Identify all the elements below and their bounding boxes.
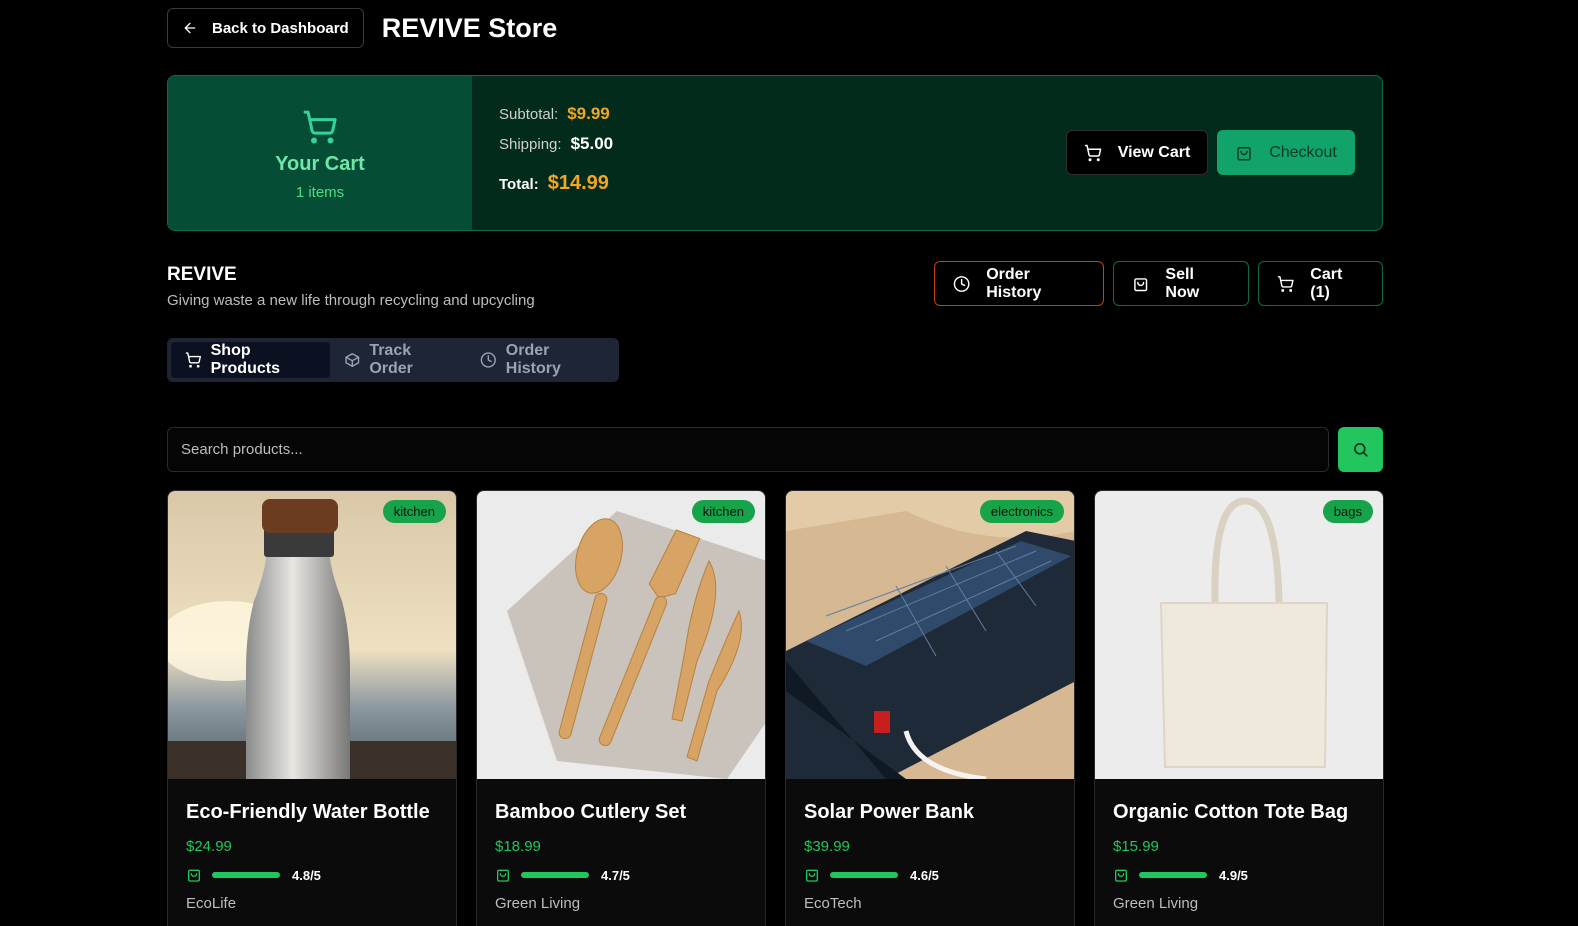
cart-label: Cart (1)	[1310, 265, 1343, 301]
rating-value: 4.8/5	[292, 867, 321, 883]
product-seller: Green Living	[1113, 895, 1199, 912]
subtotal-label: Subtotal:	[499, 106, 559, 123]
product-name: Solar Power Bank	[804, 801, 975, 823]
rating-bar	[212, 872, 280, 878]
category-badge: electronics	[979, 500, 1064, 523]
cart-icon	[303, 110, 337, 144]
order-history-button[interactable]: Order History	[934, 261, 1104, 306]
tab-label: Order History	[505, 342, 561, 377]
rating-bar	[1139, 872, 1207, 878]
product-seller: EcoLife	[186, 895, 237, 912]
clock-icon	[953, 275, 970, 292]
subtotal-row: Subtotal: $9.99	[499, 104, 1382, 124]
rating-bar	[521, 872, 589, 878]
category-badge: kitchen	[382, 500, 446, 523]
product-name: Organic Cotton Tote Bag	[1113, 801, 1349, 823]
shopping-bag-icon	[1134, 277, 1148, 291]
product-price: $24.99	[186, 838, 232, 855]
tab-track-order[interactable]: Track Order	[330, 342, 466, 378]
cart-icon	[1277, 275, 1294, 292]
package-icon	[345, 353, 359, 367]
view-cart-button[interactable]: View Cart	[1066, 130, 1208, 175]
header-actions: Order History Sell Now Cart (1)	[934, 261, 1383, 306]
product-seller: Green Living	[495, 895, 581, 912]
product-name: Eco-Friendly Water Bottle	[186, 801, 430, 823]
brand-name: REVIVE	[167, 264, 237, 285]
rating-value: 4.7/5	[601, 867, 630, 883]
product-image-cutlery: kitchen	[477, 491, 765, 779]
tab-shop-products[interactable]: Shop Products	[171, 342, 330, 378]
cart-actions: View Cart Checkout	[1066, 130, 1355, 175]
cart-icon	[1084, 144, 1102, 161]
search-icon	[1354, 443, 1368, 457]
checkout-label: Checkout	[1269, 143, 1337, 161]
order-history-label: Order History	[986, 265, 1042, 301]
arrow-left-icon	[184, 22, 196, 34]
clock-icon	[480, 352, 497, 368]
shipping-label: Shipping:	[499, 136, 562, 153]
cart-button[interactable]: Cart (1)	[1258, 261, 1383, 306]
shopping-bag-icon	[1237, 146, 1251, 160]
cart-item-count: 1 items	[295, 184, 345, 201]
product-rating: 4.8/5	[186, 867, 438, 883]
category-badge: kitchen	[691, 500, 755, 523]
view-cart-label: View Cart	[1117, 143, 1191, 161]
tab-bar: Shop Products Track Order Order History	[167, 338, 619, 382]
checkout-button[interactable]: Checkout	[1217, 130, 1355, 175]
tab-label: Shop Products	[210, 342, 280, 377]
product-price: $15.99	[1113, 838, 1159, 855]
product-name: Bamboo Cutlery Set	[495, 801, 687, 823]
cart-icon	[185, 352, 201, 368]
rating-bar	[830, 872, 898, 878]
product-image-water-bottle: kitchen	[168, 491, 456, 779]
rating-value: 4.9/5	[1219, 867, 1248, 883]
total-label: Total:	[499, 176, 539, 193]
search-box	[167, 427, 1329, 472]
product-card[interactable]: electronics Solar Power Bank $39.99 4.6/…	[785, 490, 1075, 926]
shopping-bag-icon	[497, 869, 509, 882]
tab-label: Track Order	[369, 342, 413, 377]
search-input[interactable]	[168, 428, 1328, 471]
product-grid: kitchen Eco-Friendly Water Bottle $24.99…	[167, 490, 1384, 926]
top-bar: Back to Dashboard REVIVE Store	[167, 8, 557, 48]
tab-order-history[interactable]: Order History	[466, 342, 615, 378]
product-rating: 4.7/5	[495, 867, 747, 883]
product-card[interactable]: kitchen Eco-Friendly Water Bottle $24.99…	[167, 490, 457, 926]
sell-now-button[interactable]: Sell Now	[1113, 261, 1249, 306]
cart-overview: Your Cart 1 items	[168, 76, 472, 230]
total-row: Total: $14.99	[499, 172, 1382, 195]
rating-value: 4.6/5	[910, 867, 939, 883]
shopping-bag-icon	[1115, 869, 1127, 882]
category-badge: bags	[1322, 500, 1373, 523]
page-title: REVIVE Store	[381, 12, 558, 43]
back-label: Back to Dashboard	[212, 19, 349, 37]
product-seller: EcoTech	[804, 895, 862, 912]
product-image-power-bank: electronics	[786, 491, 1074, 779]
brand-block: REVIVE Giving waste a new life through r…	[167, 264, 535, 309]
total-value: $14.99	[547, 172, 609, 194]
shipping-value: $5.00	[570, 134, 614, 153]
product-card[interactable]: kitchen Bamboo Cutlery Set $18.99 4.7/5 …	[476, 490, 766, 926]
sell-now-label: Sell Now	[1165, 265, 1200, 301]
cart-summary-panel: Your Cart 1 items Subtotal: $9.99 Shippi…	[167, 75, 1383, 231]
subtotal-value: $9.99	[567, 104, 610, 123]
product-card[interactable]: bags Organic Cotton Tote Bag $15.99 4.9/…	[1094, 490, 1384, 926]
brand-tagline: Giving waste a new life through recyclin…	[167, 292, 535, 309]
product-rating: 4.9/5	[1113, 867, 1365, 883]
product-image-tote-bag: bags	[1095, 491, 1383, 779]
search-button[interactable]	[1338, 427, 1383, 472]
product-price: $39.99	[804, 838, 850, 855]
product-rating: 4.6/5	[804, 867, 1056, 883]
back-to-dashboard-button[interactable]: Back to Dashboard	[167, 8, 364, 48]
product-price: $18.99	[495, 838, 541, 855]
cart-title: Your Cart	[275, 153, 365, 175]
shopping-bag-icon	[806, 869, 818, 882]
shopping-bag-icon	[188, 869, 200, 882]
